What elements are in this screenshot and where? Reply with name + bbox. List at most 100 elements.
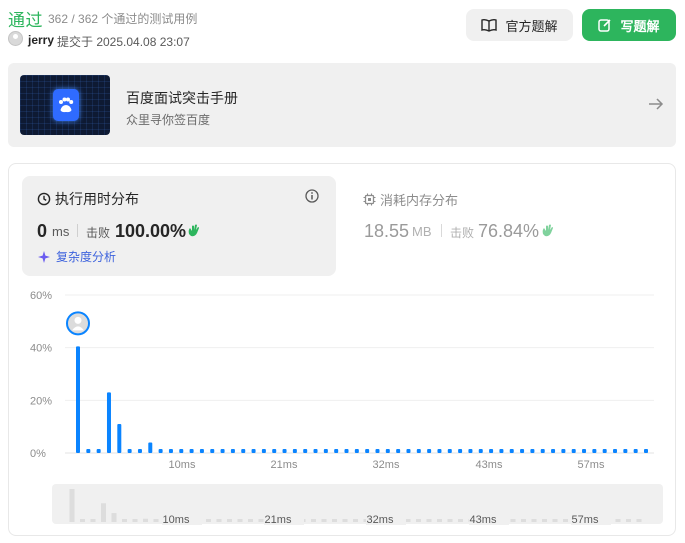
mini-bar	[248, 519, 253, 522]
bar	[468, 449, 473, 453]
bar	[375, 449, 380, 453]
mini-bar	[521, 519, 526, 522]
mini-bar	[153, 519, 159, 522]
bar	[520, 449, 525, 453]
bar	[272, 449, 277, 453]
bar	[179, 449, 184, 453]
bar	[148, 442, 153, 453]
bar	[447, 449, 452, 453]
bar	[499, 449, 504, 453]
bar	[427, 449, 432, 453]
bar	[210, 449, 215, 453]
bar	[365, 449, 370, 453]
bar	[282, 449, 287, 453]
bar	[633, 449, 638, 453]
x-tick-label: 32ms	[373, 459, 400, 471]
mini-bar	[237, 519, 243, 522]
bar	[644, 449, 648, 453]
bar	[561, 449, 566, 453]
x-tick-label: 10ms	[169, 459, 196, 471]
mini-bar	[143, 518, 148, 522]
bar	[168, 449, 173, 453]
bar	[406, 449, 411, 453]
bar	[385, 449, 390, 453]
bar	[127, 449, 132, 453]
bar	[313, 449, 318, 453]
mini-bar	[216, 519, 222, 522]
mini-bar	[101, 503, 106, 522]
bar	[189, 449, 194, 453]
mini-bar	[626, 519, 631, 522]
mini-bar	[416, 519, 421, 522]
mini-bar	[458, 519, 463, 522]
bar	[292, 449, 297, 453]
bar	[592, 449, 597, 453]
mini-bar	[227, 519, 232, 522]
mini-bar	[132, 519, 138, 522]
bar	[509, 449, 514, 453]
bar	[261, 449, 266, 453]
bar	[602, 449, 607, 453]
bar	[416, 449, 421, 453]
bar	[117, 424, 122, 453]
y-tick-label: 0%	[30, 448, 46, 460]
mini-x-tick-label: 32ms	[367, 514, 394, 526]
mini-bar	[353, 519, 358, 522]
mini-x-tick-label: 21ms	[265, 514, 292, 526]
mini-bar	[69, 489, 75, 522]
bar	[582, 449, 587, 453]
y-tick-label: 20%	[30, 395, 52, 407]
mini-bar	[405, 519, 411, 522]
mini-bar	[563, 519, 568, 522]
bar	[76, 346, 80, 453]
bar	[571, 449, 576, 453]
mini-bar	[90, 519, 96, 522]
bar	[540, 449, 545, 453]
mini-bar	[311, 519, 316, 522]
bar	[489, 449, 494, 453]
mini-bar	[258, 519, 264, 522]
bar	[396, 449, 401, 453]
bar	[199, 449, 204, 453]
bar	[530, 449, 535, 453]
bar	[106, 392, 111, 453]
mini-bar	[636, 519, 642, 522]
bar	[613, 449, 618, 453]
mini-bar	[122, 519, 127, 522]
bar	[86, 449, 91, 453]
bar	[158, 449, 163, 453]
mini-bar	[552, 519, 558, 522]
bar	[230, 449, 235, 453]
x-tick-label: 57ms	[578, 459, 605, 471]
bar	[303, 449, 308, 453]
bar	[137, 449, 142, 453]
bar	[220, 449, 225, 453]
user-marker-head	[74, 316, 82, 324]
mini-bar	[531, 519, 537, 522]
mini-bar	[111, 513, 117, 522]
mini-bar	[437, 519, 442, 522]
x-tick-label: 43ms	[476, 459, 503, 471]
mini-x-tick-label: 57ms	[572, 514, 599, 526]
mini-bar	[510, 519, 516, 522]
bar	[623, 449, 628, 453]
bar	[354, 449, 359, 453]
bar	[334, 449, 339, 453]
bar	[241, 449, 246, 453]
runtime-distribution-chart: 60% 40% 20% 0% 10ms 21ms 32ms 43ms 57ms 10ms 21ms 3…	[30, 290, 654, 526]
mini-bar	[80, 519, 85, 522]
bar	[551, 449, 556, 453]
bar	[96, 449, 101, 453]
bar	[251, 449, 256, 453]
bar	[478, 449, 483, 453]
mini-bar	[332, 519, 337, 522]
bar	[344, 449, 349, 453]
mini-bar	[342, 519, 348, 522]
x-tick-label: 21ms	[271, 459, 298, 471]
mini-bar	[615, 519, 621, 522]
mini-x-tick-label: 10ms	[163, 514, 190, 526]
mini-bar	[542, 519, 547, 522]
y-tick-label: 40%	[30, 343, 52, 355]
bar	[458, 449, 463, 453]
bar	[323, 449, 328, 453]
